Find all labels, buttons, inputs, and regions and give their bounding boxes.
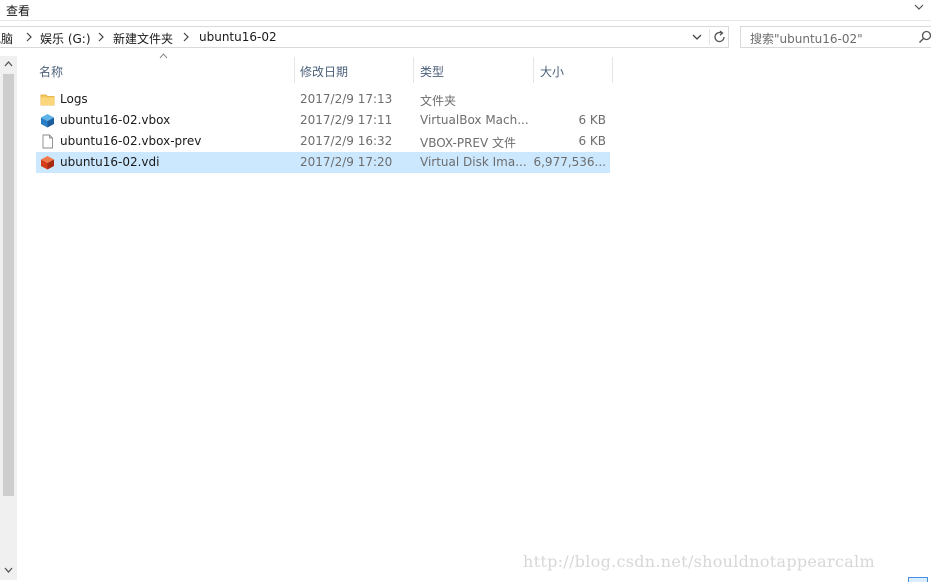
scrollbar-thumb[interactable] bbox=[3, 74, 14, 496]
column-header-size[interactable]: 大小 bbox=[534, 57, 612, 83]
file-type: 文件夹 bbox=[420, 94, 457, 108]
file-size: 6,977,536... bbox=[533, 155, 606, 169]
window-corner bbox=[908, 577, 928, 582]
file-date: 2017/2/9 17:11 bbox=[300, 113, 393, 127]
breadcrumb-drive-g[interactable]: 娱乐 (G:) bbox=[40, 30, 91, 47]
breadcrumb-new-folder[interactable]: 新建文件夹 bbox=[113, 30, 173, 47]
vertical-scrollbar[interactable] bbox=[0, 56, 17, 580]
file-date: 2017/2/9 16:32 bbox=[300, 134, 393, 148]
file-date: 2017/2/9 17:20 bbox=[300, 155, 393, 169]
file-name: ubuntu16-02.vbox bbox=[60, 113, 171, 127]
file-row-vbox[interactable]: ubuntu16-02.vbox 2017/2/9 17:11 VirtualB… bbox=[36, 110, 610, 131]
scroll-down-icon[interactable] bbox=[4, 567, 13, 574]
file-name: ubuntu16-02.vdi bbox=[60, 155, 160, 169]
address-bar[interactable]: 电脑 娱乐 (G:) 新建文件夹 ubuntu16-02 bbox=[0, 26, 729, 48]
search-input[interactable]: 搜索"ubuntu16-02" bbox=[740, 26, 931, 48]
file-name: Logs bbox=[60, 92, 88, 106]
breadcrumb-ubuntu16-02[interactable]: ubuntu16-02 bbox=[199, 30, 277, 44]
column-header-type[interactable]: 类型 bbox=[414, 57, 532, 83]
address-dropdown-icon[interactable] bbox=[690, 31, 704, 43]
file-type: Virtual Disk Ima... bbox=[420, 155, 527, 169]
file-name: ubuntu16-02.vbox-prev bbox=[60, 134, 202, 148]
chevron-down-icon[interactable] bbox=[913, 1, 925, 13]
chevron-right-icon[interactable] bbox=[25, 32, 33, 42]
file-size: 6 KB bbox=[578, 113, 606, 127]
column-header-date[interactable]: 修改日期 bbox=[295, 57, 413, 83]
virtualbox-icon bbox=[41, 114, 54, 128]
watermark: http://blog.csdn.net/shouldnotappearcalm bbox=[523, 552, 875, 571]
refresh-icon[interactable] bbox=[709, 29, 728, 45]
search-icon[interactable] bbox=[918, 30, 931, 44]
file-date: 2017/2/9 17:13 bbox=[300, 92, 393, 106]
file-size: 6 KB bbox=[578, 134, 606, 148]
scroll-up-icon[interactable] bbox=[4, 60, 13, 67]
search-placeholder: 搜索"ubuntu16-02" bbox=[750, 32, 863, 46]
file-row-vdi[interactable]: ubuntu16-02.vdi 2017/2/9 17:20 Virtual D… bbox=[36, 152, 610, 173]
file-type: VirtualBox Mach... bbox=[420, 113, 529, 127]
file-row-vbox-prev[interactable]: ubuntu16-02.vbox-prev 2017/2/9 16:32 VBO… bbox=[36, 131, 610, 152]
chevron-right-icon[interactable] bbox=[182, 32, 190, 42]
file-row-logs[interactable]: Logs 2017/2/9 17:13 文件夹 bbox=[36, 89, 610, 110]
column-header-name[interactable]: 名称 bbox=[36, 57, 294, 83]
menu-bar: 查看 bbox=[0, 0, 931, 20]
menu-divider bbox=[0, 20, 931, 21]
file-icon bbox=[42, 134, 53, 149]
breadcrumb-this-pc[interactable]: 电脑 bbox=[0, 30, 13, 47]
virtual-disk-icon bbox=[41, 156, 54, 170]
column-divider[interactable] bbox=[612, 57, 613, 83]
file-type: VBOX-PREV 文件 bbox=[420, 136, 517, 150]
folder-icon bbox=[40, 94, 55, 106]
chevron-right-icon[interactable] bbox=[97, 32, 105, 42]
view-menu[interactable]: 查看 bbox=[6, 2, 30, 19]
